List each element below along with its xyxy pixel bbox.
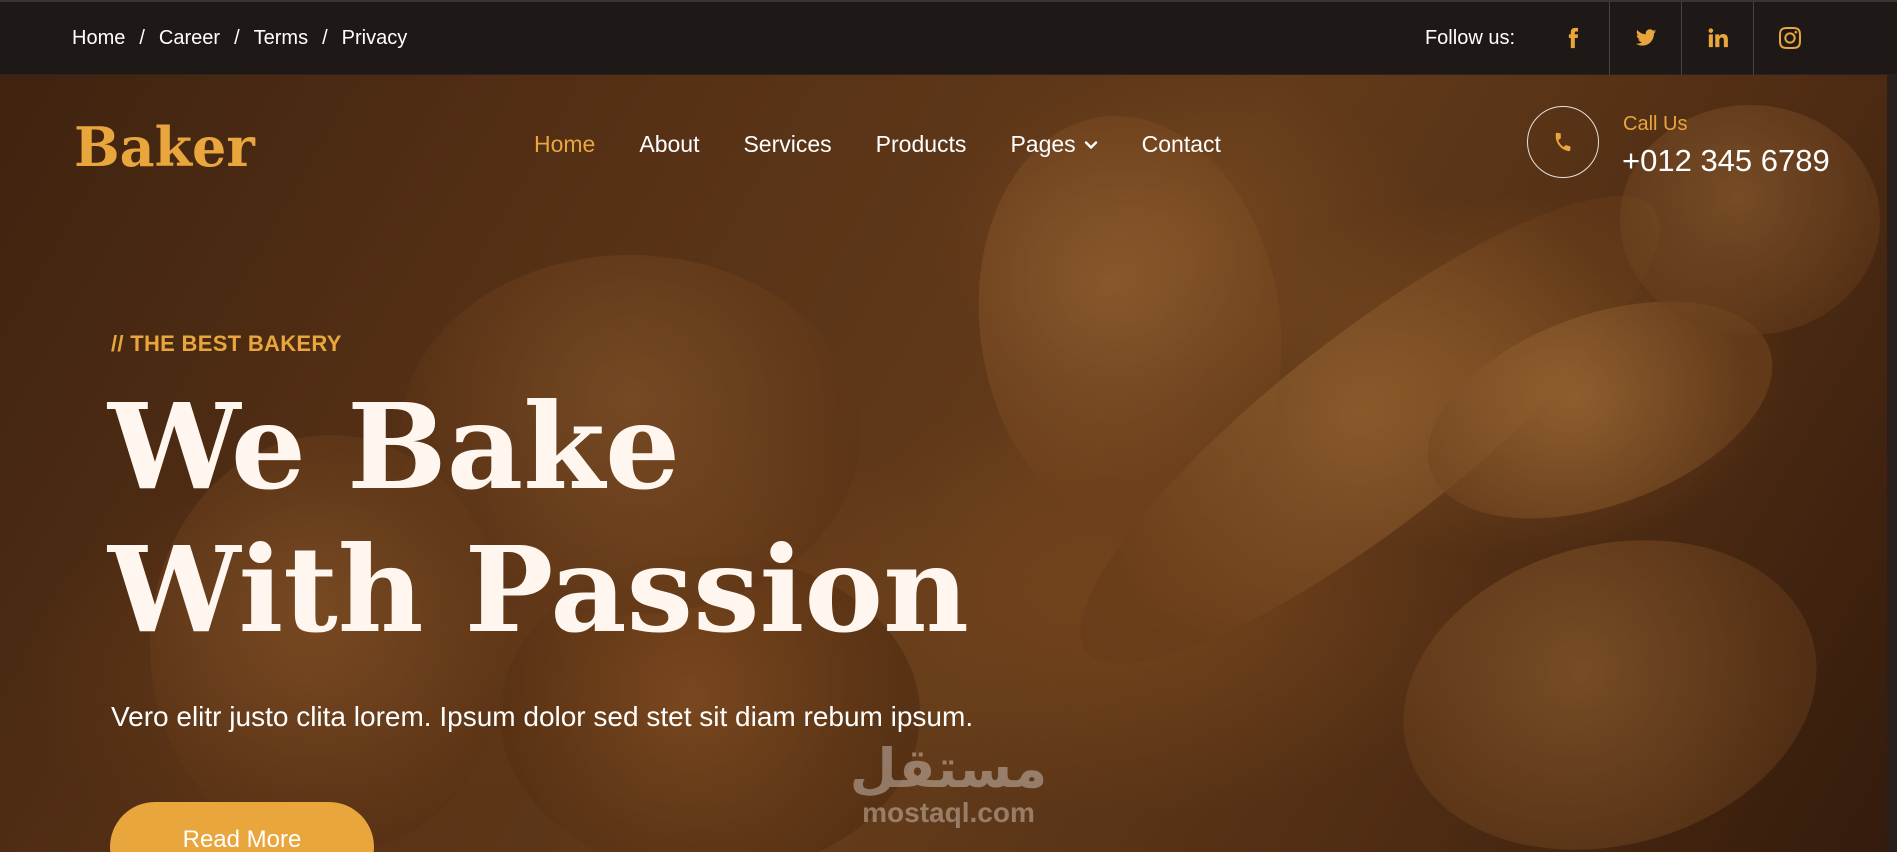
phone-number[interactable]: +012 345 6789 xyxy=(1622,143,1830,179)
call-us-label: Call Us xyxy=(1623,113,1688,135)
nav-menu: Home About Services Products Pages Conta… xyxy=(534,131,1221,158)
phone-button[interactable] xyxy=(1527,106,1599,178)
breadcrumb: Home / Career / Terms / Privacy xyxy=(0,27,407,50)
breadcrumb-terms[interactable]: Terms xyxy=(254,27,308,50)
hero-lead-text: Vero elitr justo clita lorem. Ipsum dolo… xyxy=(111,701,974,732)
breadcrumb-privacy[interactable]: Privacy xyxy=(342,27,408,50)
instagram-icon[interactable] xyxy=(1753,1,1825,75)
watermark: مستقل mostaql.com xyxy=(836,740,1061,828)
brand-logo[interactable]: Baker xyxy=(74,115,255,179)
watermark-latin: mostaql.com xyxy=(862,797,1035,828)
nav-item-contact[interactable]: Contact xyxy=(1142,131,1221,158)
breadcrumb-separator: / xyxy=(322,26,328,49)
watermark-arabic: مستقل xyxy=(849,737,1048,800)
nav-item-home[interactable]: Home xyxy=(534,131,595,158)
facebook-icon[interactable] xyxy=(1537,2,1609,75)
read-more-button[interactable]: Read More xyxy=(110,802,374,852)
top-bar: Home / Career / Terms / Privacy Follow u… xyxy=(0,0,1897,75)
breadcrumb-career[interactable]: Career xyxy=(159,27,220,50)
hero-eyebrow: // THE BEST BAKERY xyxy=(111,331,342,356)
nav-item-services[interactable]: Services xyxy=(743,131,831,158)
nav-item-pages-label: Pages xyxy=(1010,131,1076,157)
hero-headline: We Bake With Passion xyxy=(108,377,969,659)
nav-item-about[interactable]: About xyxy=(639,131,699,158)
breadcrumb-home[interactable]: Home xyxy=(72,27,125,50)
breadcrumb-separator: / xyxy=(234,26,240,49)
nav-item-products[interactable]: Products xyxy=(876,131,967,158)
hero-section: Baker Home About Services Products Pages… xyxy=(0,75,1897,852)
social-links: Follow us: xyxy=(1424,1,1897,75)
phone-icon xyxy=(1555,132,1571,152)
chevron-down-icon xyxy=(1084,140,1097,149)
nav-item-pages[interactable]: Pages xyxy=(1010,131,1097,158)
twitter-icon[interactable] xyxy=(1609,1,1681,75)
follow-label: Follow us: xyxy=(1424,26,1515,49)
linkedin-icon[interactable] xyxy=(1681,1,1753,75)
breadcrumb-separator: / xyxy=(139,26,145,49)
main-navbar: Baker Home About Services Products Pages… xyxy=(0,75,1897,215)
